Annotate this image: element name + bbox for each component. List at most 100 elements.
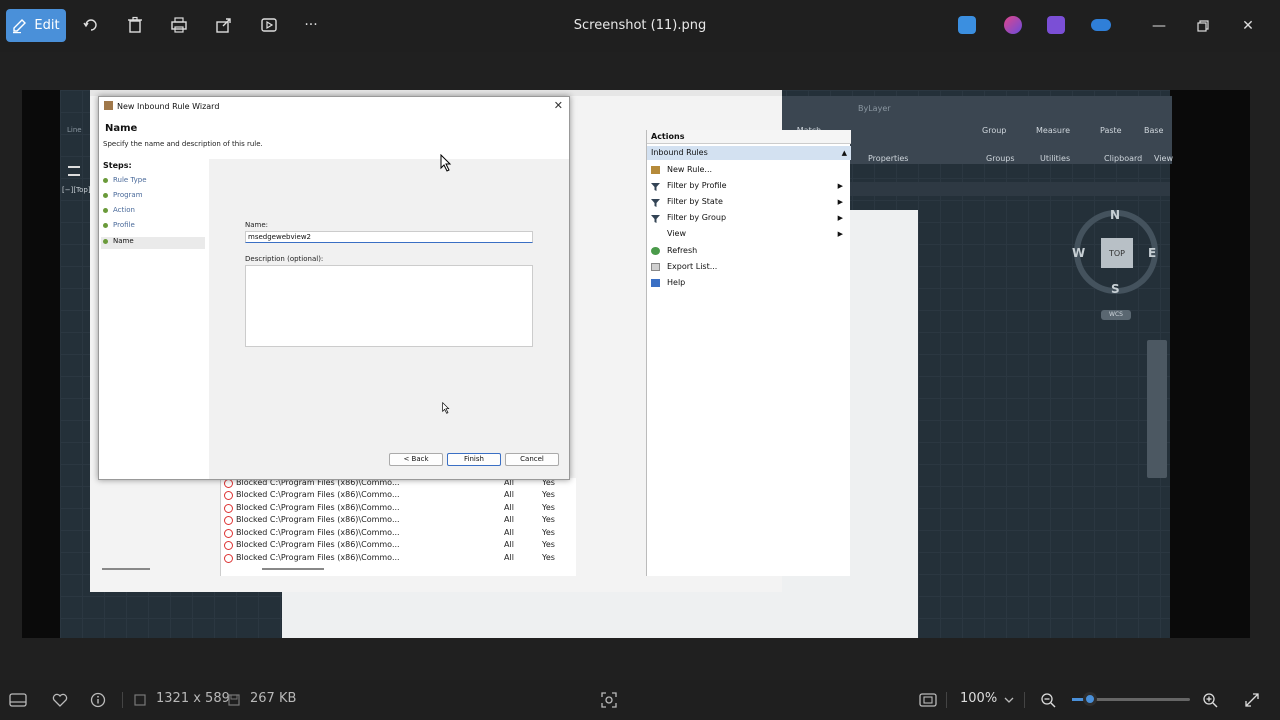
step-name[interactable]: Name: [103, 237, 134, 245]
action-label: Help: [667, 278, 686, 287]
actions-header: Actions: [647, 130, 851, 144]
filter-icon: [651, 214, 660, 223]
compass-east: E: [1148, 246, 1157, 260]
submenu-arrow-icon: ▶: [837, 230, 843, 238]
actions-pane: Actions Inbound Rules ▲ New Rule... Filt…: [646, 130, 851, 576]
table-row[interactable]: Blocked C:\Program Files (x86)\Commo... A…: [224, 503, 570, 515]
action-label: Refresh: [667, 246, 698, 255]
close-icon[interactable]: ✕: [1236, 14, 1260, 38]
wizard-close-icon[interactable]: ✕: [554, 99, 563, 112]
submenu-arrow-icon: ▶: [837, 198, 843, 206]
filter-icon: [651, 198, 660, 207]
action-label: New Rule...: [667, 165, 713, 174]
ribbon-groups-tab[interactable]: Groups: [986, 154, 1015, 163]
ribbon-paste: Paste: [1100, 126, 1122, 135]
onedrive-icon[interactable]: [1091, 19, 1111, 31]
wizard-app-icon: [104, 101, 113, 110]
wcs-menu[interactable]: WCS: [1101, 310, 1131, 320]
action-filter-profile[interactable]: Filter by Profile ▶: [651, 179, 847, 193]
collapse-icon[interactable]: ▲: [842, 146, 847, 160]
ribbon-measure: Measure: [1036, 126, 1070, 135]
fullscreen-icon[interactable]: [1242, 690, 1262, 710]
status-bar: 1321 x 589 267 KB 100%: [0, 680, 1280, 720]
action-label: Filter by Profile: [667, 181, 727, 190]
ribbon-clipboard-tab[interactable]: Clipboard: [1104, 154, 1142, 163]
table-row[interactable]: Blocked C:\Program Files (x86)\Commo... A…: [224, 490, 570, 502]
wizard-description: Specify the name and description of this…: [103, 140, 263, 148]
action-label: Filter by Group: [667, 213, 727, 222]
left-pane-scrollbar[interactable]: [102, 568, 150, 570]
visual-search-icon[interactable]: [599, 690, 619, 710]
designer-app-icon[interactable]: [958, 16, 976, 34]
action-refresh[interactable]: Refresh: [651, 244, 847, 258]
top-toolbar: Edit ··· Screenshot (11).png — ✕: [0, 0, 1280, 52]
navigation-bar[interactable]: [1147, 340, 1167, 478]
description-input[interactable]: [245, 265, 533, 347]
fit-to-window-icon[interactable]: [918, 690, 938, 710]
step-rule-type[interactable]: Rule Type: [103, 176, 147, 184]
chevron-down-icon[interactable]: [999, 690, 1019, 710]
name-input[interactable]: msedgewebview2: [245, 231, 533, 243]
blocked-icon: [224, 504, 233, 513]
description-label: Description (optional):: [245, 255, 324, 263]
submenu-arrow-icon: ▶: [837, 214, 843, 222]
help-icon: [651, 279, 660, 287]
zoom-slider-thumb[interactable]: [1082, 692, 1097, 706]
action-filter-group[interactable]: Filter by Group ▶: [651, 211, 847, 225]
compass-west: W: [1072, 246, 1086, 260]
blocked-icon: [224, 516, 233, 525]
action-view[interactable]: View ▶: [667, 227, 847, 241]
step-action[interactable]: Action: [103, 206, 135, 214]
finish-button[interactable]: Finish: [447, 453, 501, 466]
back-button[interactable]: < Back: [389, 453, 443, 466]
new-inbound-rule-wizard: New Inbound Rule Wizard ✕ Name Specify t…: [98, 96, 570, 480]
compass-north: N: [1110, 208, 1121, 222]
action-export-list[interactable]: Export List...: [651, 260, 847, 274]
file-size: 267 KB: [250, 691, 297, 706]
zoom-out-icon[interactable]: [1038, 690, 1058, 710]
filter-icon: [651, 182, 660, 191]
actions-inbound-rules[interactable]: Inbound Rules ▲: [647, 146, 851, 160]
ribbon-properties-tab[interactable]: Properties: [868, 154, 908, 163]
name-label: Name:: [245, 221, 269, 229]
table-row[interactable]: Blocked C:\Program Files (x86)\Commo... A…: [224, 515, 570, 527]
table-row[interactable]: Blocked C:\Program Files (x86)\Commo... A…: [224, 553, 570, 565]
action-filter-state[interactable]: Filter by State ▶: [651, 195, 847, 209]
favorite-icon[interactable]: [50, 690, 70, 710]
ribbon-utilities-tab[interactable]: Utilities: [1040, 154, 1070, 163]
blocked-icon: [224, 541, 233, 550]
steps-label: Steps:: [103, 161, 132, 170]
info-icon[interactable]: [88, 690, 108, 710]
actions-section-label: Inbound Rules: [651, 148, 708, 157]
blocked-icon: [224, 491, 233, 500]
action-new-rule[interactable]: New Rule...: [651, 163, 847, 177]
export-icon: [651, 263, 660, 271]
zoom-level[interactable]: 100%: [960, 691, 997, 706]
window-title: Screenshot (11).png: [573, 18, 707, 33]
copilot-app-icon[interactable]: [1004, 16, 1022, 34]
clipchamp-app-icon[interactable]: [1047, 16, 1065, 34]
file-size-icon: [224, 690, 244, 710]
step-program[interactable]: Program: [103, 191, 143, 199]
mouse-cursor-icon: [442, 402, 450, 414]
ribbon-view-tab[interactable]: View: [1154, 154, 1173, 163]
refresh-icon: [651, 247, 660, 255]
mouse-cursor-icon: [440, 154, 452, 172]
action-help[interactable]: Help: [651, 276, 847, 290]
table-row[interactable]: Blocked C:\Program Files (x86)\Commo... A…: [224, 540, 570, 552]
filmstrip-icon[interactable]: [8, 690, 28, 710]
restore-icon[interactable]: [1191, 14, 1215, 38]
table-row[interactable]: Blocked C:\Program Files (x86)\Commo... A…: [224, 528, 570, 540]
zoom-in-icon[interactable]: [1200, 690, 1220, 710]
menu-icon[interactable]: [68, 166, 80, 176]
new-rule-icon: [651, 166, 660, 174]
viewport-label[interactable]: [−][Top]: [62, 186, 91, 194]
blocked-icon: [224, 554, 233, 563]
line-tool-label[interactable]: Line: [67, 126, 82, 134]
cancel-button[interactable]: Cancel: [505, 453, 559, 466]
list-scrollbar[interactable]: [262, 568, 324, 570]
step-profile[interactable]: Profile: [103, 221, 135, 229]
wizard-steps: Steps: Rule Type Program Action Profile …: [99, 159, 209, 479]
minimize-icon[interactable]: —: [1147, 14, 1171, 38]
viewcube-top[interactable]: TOP: [1101, 238, 1133, 268]
